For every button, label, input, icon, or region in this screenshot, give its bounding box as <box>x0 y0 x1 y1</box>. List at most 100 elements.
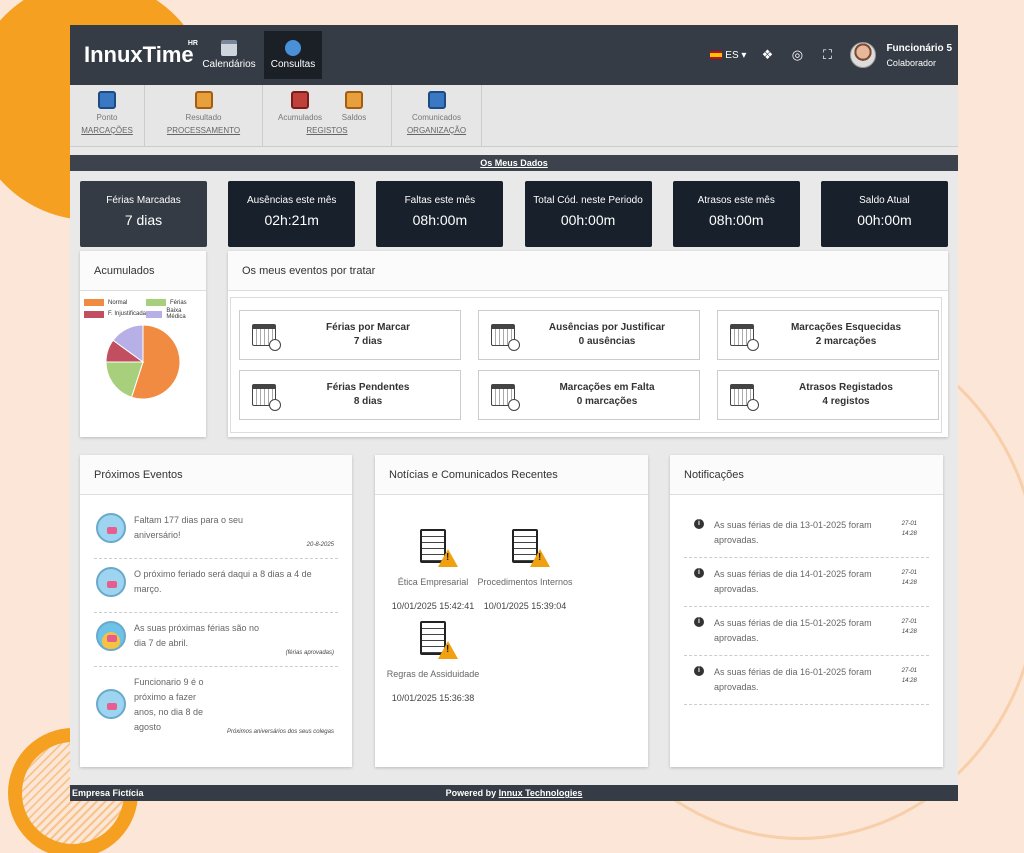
spain-flag-icon <box>710 51 723 59</box>
saldos-button[interactable]: Saldos <box>327 89 381 122</box>
stat-title: Ausências este mês <box>246 195 337 206</box>
footer-powered: Powered by Innux Technologies <box>70 785 958 801</box>
beach-icon <box>96 621 126 651</box>
panel-title: Os meus eventos por tratar <box>228 251 948 291</box>
comunicados-label: Comunicados <box>412 113 461 122</box>
legend-swatch <box>146 299 166 306</box>
legend-item[interactable]: Normal <box>84 299 146 306</box>
list-item-text: O próximo feriado será daqui a 8 dias a … <box>134 569 312 594</box>
top-right-tools: ES ▾ ❖ ◎ ⛶ Funcionário 5 Colaborador <box>710 25 952 85</box>
app-logo[interactable]: InnuxTime HR <box>84 40 204 68</box>
section-title-bar: Os Meus Dados <box>70 155 958 171</box>
user-info[interactable]: Funcionário 5 Colaborador <box>886 43 952 68</box>
stat-title: Faltas este mês <box>404 195 476 206</box>
comunicados-button[interactable]: Comunicados <box>410 89 464 122</box>
group-label-processamento[interactable]: PROCESSAMENTO <box>167 126 240 135</box>
stat-value: 00h:00m <box>857 212 912 228</box>
stats-row: Férias Marcadas 7 dias Ausências este mês… <box>70 171 958 247</box>
notification-date: 27-01 14:28 <box>902 568 917 588</box>
notification-date: 27-01 14:28 <box>902 519 917 539</box>
event-card-marcacoes-falta[interactable]: Marcações em Falta 0 marcações <box>478 370 700 420</box>
info-icon: i <box>694 617 704 627</box>
app-logo-sup: HR <box>187 40 198 47</box>
news-item[interactable]: Regras de Assiduidade 10/01/2025 15:36:38 <box>383 618 483 703</box>
nav-consultas[interactable]: Consultas <box>264 31 322 79</box>
notifications-panel: Notificações i As suas férias de dia 13-0… <box>670 455 943 767</box>
event-value: 0 ausências <box>578 336 636 347</box>
upcoming-list: Faltam 177 dias para o seu aniversário! 2… <box>94 505 338 745</box>
pending-events-panel: Os meus eventos por tratar Férias por Ma… <box>228 251 948 437</box>
footer-company: Empresa Fictícia <box>72 788 144 798</box>
notification-item[interactable]: i As suas férias de dia 15-01-2025 foram … <box>684 607 929 656</box>
list-item-note: (férias aprovadas) <box>285 650 334 656</box>
list-item[interactable]: As suas próximas férias são no dia 7 de … <box>94 613 338 667</box>
notification-item[interactable]: i As suas férias de dia 16-01-2025 foram … <box>684 656 929 705</box>
accumulated-panel: Acumulados Normal Férias F. Injustificad… <box>80 251 206 437</box>
list-item[interactable]: Faltam 177 dias para o seu aniversário! 2… <box>94 505 338 559</box>
fullscreen-icon[interactable]: ⛶ <box>820 47 834 63</box>
footer-link[interactable]: Innux Technologies <box>499 788 583 798</box>
legend-swatch <box>146 310 163 318</box>
notification-date: 27-01 14:28 <box>902 666 917 686</box>
list-item-note: 20-8-2025 <box>306 542 334 548</box>
calendar-clock-icon <box>252 384 281 411</box>
document-warning-icon <box>415 526 458 567</box>
news-title: Ética Empresarial <box>397 577 469 587</box>
group-processamento: Resultado PROCESSAMENTO <box>145 85 263 146</box>
event-title: Marcações em Falta <box>559 382 655 393</box>
stat-card: Atrasos este mês 08h:00m <box>672 181 800 247</box>
user-name: Funcionário 5 <box>886 42 952 54</box>
news-date: 10/01/2025 15:36:38 <box>391 693 475 703</box>
notification-text: As suas férias de dia 15-01-2025 foram a… <box>714 618 872 643</box>
avatar[interactable] <box>850 42 877 68</box>
event-card-atrasos[interactable]: Atrasos Registados 4 registos <box>717 370 939 420</box>
news-item[interactable]: Procedimentos Internos 10/01/2025 15:39:0… <box>475 526 575 611</box>
event-title: Ausências por Justificar <box>548 322 666 333</box>
legend-swatch <box>84 299 104 306</box>
notification-item[interactable]: i As suas férias de dia 14-01-2025 foram … <box>684 558 929 607</box>
event-card-marcacoes-esquecidas[interactable]: Marcações Esquecidas 2 marcações <box>717 310 939 360</box>
event-card-ausencias[interactable]: Ausências por Justificar 0 ausências <box>478 310 700 360</box>
birthday-cake-icon <box>96 689 126 719</box>
group-registos: Acumulados Saldos REGISTOS <box>263 85 392 146</box>
list-item[interactable]: O próximo feriado será daqui a 8 dias a … <box>94 559 338 613</box>
stat-card: Ausências este mês 02h:21m <box>228 181 356 247</box>
legend-item[interactable]: Baixa Médica <box>146 308 196 320</box>
legend-label: Férias <box>170 299 187 306</box>
notification-item[interactable]: i As suas férias de dia 13-01-2025 foram … <box>684 509 929 558</box>
nav-label: Consultas <box>270 59 316 70</box>
group-label-registos[interactable]: REGISTOS <box>306 126 347 135</box>
event-value: 0 marcações <box>576 396 638 407</box>
language-selector[interactable]: ES ▾ <box>710 50 746 61</box>
legend-item[interactable]: Férias <box>146 299 196 306</box>
section-title[interactable]: Os Meus Dados <box>480 158 548 168</box>
footer-powered-text: Powered by <box>445 788 497 798</box>
palette-icon[interactable]: ◎ <box>790 47 804 63</box>
group-marcacoes: Ponto MARCAÇÕES <box>70 85 145 146</box>
acumulados-button[interactable]: Acumulados <box>273 89 327 122</box>
calendar-clock-icon <box>252 324 281 351</box>
notification-time: 14:28 <box>901 531 917 537</box>
group-label-marcacoes[interactable]: MARCAÇÕES <box>81 126 133 135</box>
notification-time: 14:28 <box>901 678 917 684</box>
clipboard-icon <box>194 91 213 109</box>
news-item[interactable]: Ética Empresarial 10/01/2025 15:42:41 <box>383 526 483 611</box>
legend-item[interactable]: F. Injustificada <box>84 308 146 320</box>
acumulados-label: Acumulados <box>277 113 323 122</box>
calendar-clock-icon <box>491 384 520 411</box>
stat-value: 7 dias <box>124 212 163 228</box>
app-logo-text: InnuxTime <box>84 42 194 67</box>
ponto-button[interactable]: Ponto <box>80 89 134 122</box>
event-title: Férias por Marcar <box>326 322 410 333</box>
upcoming-events-panel: Próximos Eventos Faltam 177 dias para o … <box>80 455 352 767</box>
resultado-button[interactable]: Resultado <box>177 89 231 122</box>
list-item[interactable]: Funcionario 9 é o próximo a fazer anos, … <box>94 667 338 745</box>
event-card-ferias-pendentes[interactable]: Férias Pendentes 8 dias <box>239 370 461 420</box>
group-label-organizacao[interactable]: ORGANIZAÇÃO <box>407 126 466 135</box>
pending-events-grid: Férias por Marcar 7 dias Ausências por Ju… <box>230 297 942 433</box>
nav-calendarios[interactable]: Calendários <box>200 31 258 79</box>
notification-day: 27-01 <box>901 521 917 527</box>
chat-icon[interactable]: ❖ <box>760 47 774 63</box>
user-role: Colaborador <box>886 57 936 68</box>
event-card-ferias-por-marcar[interactable]: Férias por Marcar 7 dias <box>239 310 461 360</box>
